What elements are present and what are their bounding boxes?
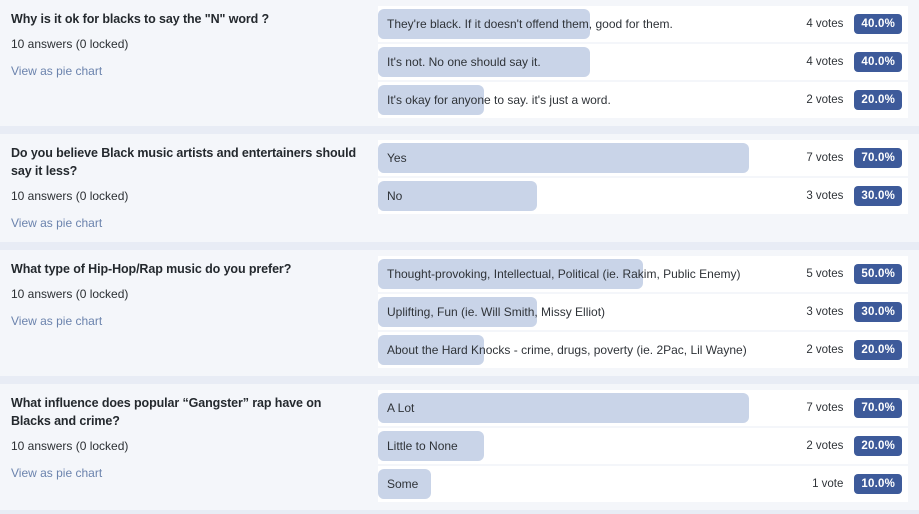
poll-option-percent-badge[interactable]: 30.0%: [854, 186, 902, 206]
poll-info: Why is it ok for blacks to say the "N" w…: [0, 0, 378, 90]
poll-option-votes: 7 votes: [806, 152, 844, 164]
poll-option-votes: 4 votes: [806, 18, 844, 30]
poll-option-row[interactable]: It's okay for anyone to say. it's just a…: [378, 82, 908, 118]
poll-info: What type of Hip-Hop/Rap music do you pr…: [0, 250, 378, 340]
poll-option-label: Uplifting, Fun (ie. Will Smith, Missy El…: [387, 304, 606, 319]
poll-option-row[interactable]: It's not. No one should say it. 4 votes 40…: [378, 44, 908, 80]
poll-results-list: Why is it ok for blacks to say the "N" w…: [0, 0, 919, 514]
poll-option-label: Thought-provoking, Intellectual, Politic…: [387, 266, 741, 281]
poll-option-row[interactable]: A Lot 7 votes 70.0%: [378, 389, 908, 426]
poll-option-row[interactable]: Thought-provoking, Intellectual, Politic…: [378, 255, 908, 292]
poll-option-row[interactable]: Uplifting, Fun (ie. Will Smith, Missy El…: [378, 293, 908, 330]
poll-results: They're black. If it doesn't offend them…: [378, 0, 919, 126]
poll-question: Do you believe Black music artists and e…: [11, 146, 357, 179]
poll-option-row[interactable]: No 3 votes 30.0%: [378, 178, 908, 214]
poll-option-votes: 2 votes: [806, 439, 844, 452]
view-as-pie-chart-link[interactable]: View as pie chart: [11, 466, 102, 482]
poll-option-votes: 2 votes: [806, 343, 844, 356]
poll-question: What influence does popular “Gangster” r…: [11, 395, 322, 428]
poll-option-percent-badge[interactable]: 20.0%: [854, 339, 902, 360]
poll-option-votes: 7 votes: [806, 401, 844, 414]
poll-option-votes: 5 votes: [806, 267, 844, 280]
poll-option-label: Some: [387, 476, 419, 491]
poll-option-label: Yes: [387, 151, 407, 165]
poll-option-votes: 4 votes: [806, 56, 844, 68]
poll-option-label: It's okay for anyone to say. it's just a…: [387, 93, 611, 107]
poll-option-percent-badge[interactable]: 40.0%: [854, 14, 902, 34]
poll-option-row[interactable]: About the Hard Knocks - crime, drugs, po…: [378, 331, 908, 368]
view-as-pie-chart-link[interactable]: View as pie chart: [11, 216, 102, 232]
poll-option-votes: 3 votes: [806, 190, 844, 202]
poll-info: Do you believe Black music artists and e…: [0, 134, 378, 242]
poll-question: Why is it ok for blacks to say the "N" w…: [11, 12, 270, 26]
poll-option-percent-badge[interactable]: 20.0%: [854, 90, 902, 110]
poll-answers-count: 10 answers (0 locked): [11, 37, 129, 52]
poll-option-percent-badge[interactable]: 20.0%: [854, 435, 902, 456]
poll-option-label: About the Hard Knocks - crime, drugs, po…: [387, 342, 747, 357]
poll-info: What influence does popular “Gangster” r…: [0, 384, 378, 492]
poll-answers-count: 10 answers (0 locked): [11, 189, 129, 204]
poll-option-percent-badge[interactable]: 70.0%: [854, 148, 902, 168]
poll-option-percent-badge[interactable]: 30.0%: [854, 301, 902, 322]
poll-results: Yes 7 votes 70.0% No 3 votes 30.0%: [378, 134, 919, 222]
poll-option-votes: 1 vote: [812, 477, 844, 490]
poll-option-row[interactable]: Little to None 2 votes 20.0%: [378, 427, 908, 464]
poll-answers-count: 10 answers (0 locked): [11, 286, 129, 301]
poll-option-label: Little to None: [387, 438, 458, 453]
poll-card: What type of Hip-Hop/Rap music do you pr…: [0, 249, 919, 376]
poll-option-label: No: [387, 189, 403, 203]
poll-option-percent-badge[interactable]: 40.0%: [854, 52, 902, 72]
poll-option-label: They're black. If it doesn't offend them…: [387, 17, 673, 31]
view-as-pie-chart-link[interactable]: View as pie chart: [11, 64, 102, 80]
poll-option-percent-badge[interactable]: 10.0%: [854, 473, 902, 494]
poll-card: Why is it ok for blacks to say the "N" w…: [0, 0, 919, 126]
poll-option-percent-badge[interactable]: 70.0%: [854, 397, 902, 418]
poll-option-label: It's not. No one should say it.: [387, 55, 541, 69]
poll-option-row[interactable]: They're black. If it doesn't offend them…: [378, 6, 908, 42]
poll-option-percent-badge[interactable]: 50.0%: [854, 263, 902, 284]
poll-results: Thought-provoking, Intellectual, Politic…: [378, 250, 919, 376]
poll-option-row[interactable]: Some 1 vote 10.0%: [378, 465, 908, 502]
poll-option-votes: 3 votes: [806, 305, 844, 318]
poll-results: A Lot 7 votes 70.0% Little to None 2 votes 20…: [378, 384, 919, 510]
poll-option-votes: 2 votes: [806, 94, 844, 106]
poll-option-row[interactable]: Yes 7 votes 70.0%: [378, 140, 908, 176]
poll-question: What type of Hip-Hop/Rap music do you pr…: [11, 261, 292, 276]
poll-answers-count: 10 answers (0 locked): [11, 439, 129, 454]
poll-card: What influence does popular “Gangster” r…: [0, 383, 919, 510]
view-as-pie-chart-link[interactable]: View as pie chart: [11, 314, 102, 330]
poll-card: Do you believe Black music artists and e…: [0, 134, 919, 242]
poll-option-label: A Lot: [387, 400, 415, 415]
